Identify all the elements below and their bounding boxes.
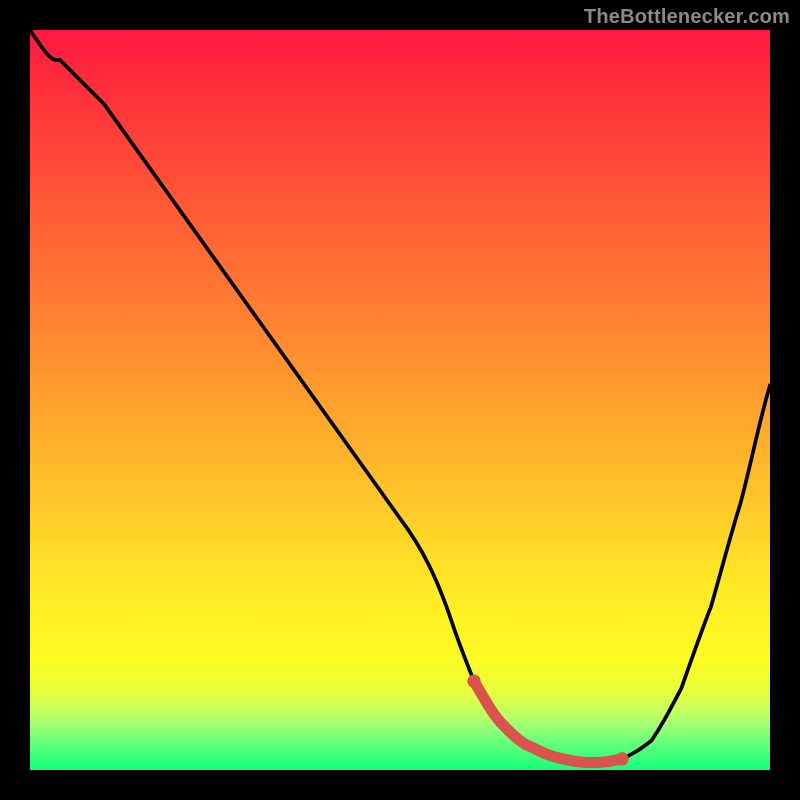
highlight-segment [474,681,622,762]
chart-stage: TheBottlenecker.com [0,0,800,800]
plot-area [30,30,770,770]
highlight-endpoint-right [615,752,628,765]
chart-svg [30,30,770,770]
watermark-text: TheBottlenecker.com [584,6,790,29]
highlight-endpoint-left [467,675,480,688]
bottleneck-curve [30,30,770,763]
